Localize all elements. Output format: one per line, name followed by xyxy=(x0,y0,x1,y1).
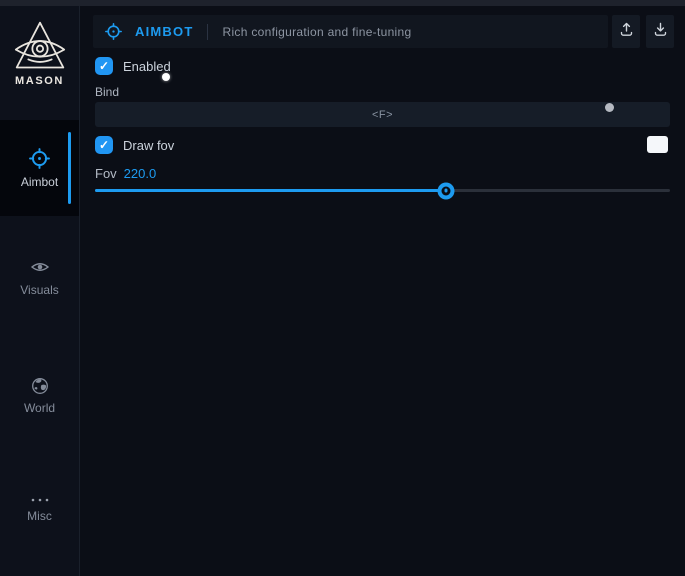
fov-color-swatch[interactable] xyxy=(647,136,668,153)
sidebar-item-world[interactable]: World xyxy=(0,377,79,415)
logo-text: MASON xyxy=(0,75,79,87)
enabled-checkbox[interactable] xyxy=(95,57,113,75)
ellipsis-icon xyxy=(30,497,50,503)
download-config-button[interactable] xyxy=(646,15,674,48)
draw-fov-row: Draw fov xyxy=(95,136,174,154)
sidebar-item-label: Visuals xyxy=(20,283,58,297)
sidebar-item-label: Aimbot xyxy=(21,175,58,189)
enabled-row: Enabled xyxy=(95,57,171,75)
page-subtitle: Rich configuration and fine-tuning xyxy=(222,25,411,39)
draw-fov-checkbox[interactable] xyxy=(95,136,113,154)
cursor-dot xyxy=(162,73,170,81)
globe-icon xyxy=(31,377,49,395)
eye-icon xyxy=(30,257,50,277)
window-top-strip xyxy=(0,0,685,6)
page-header: AIMBOT Rich configuration and fine-tunin… xyxy=(93,15,608,48)
fov-value: 220.0 xyxy=(124,166,157,181)
sidebar-item-label: World xyxy=(24,401,55,415)
sidebar-item-label: Misc xyxy=(27,509,52,523)
slider-thumb-inner xyxy=(441,186,450,195)
fov-value-row: Fov 220.0 xyxy=(95,166,156,181)
download-icon xyxy=(653,22,668,42)
sidebar: MASON Aimbot Visuals xyxy=(0,6,80,576)
upload-config-button[interactable] xyxy=(612,15,640,48)
mason-logo: MASON xyxy=(0,20,79,87)
draw-fov-label: Draw fov xyxy=(123,138,174,153)
fov-slider[interactable] xyxy=(95,182,670,199)
sidebar-item-aimbot[interactable]: Aimbot xyxy=(0,120,79,216)
slider-thumb-dot xyxy=(444,189,448,193)
fov-label: Fov xyxy=(95,166,117,181)
sidebar-item-misc[interactable]: Misc xyxy=(0,497,79,523)
fov-slider-fill xyxy=(95,189,446,192)
header-divider xyxy=(207,24,208,40)
upload-icon xyxy=(619,22,634,42)
bind-key-input[interactable] xyxy=(95,102,670,127)
crosshair-icon xyxy=(29,148,50,169)
eye-pyramid-icon xyxy=(0,20,79,72)
bind-label: Bind xyxy=(95,85,119,99)
fov-slider-thumb[interactable] xyxy=(437,182,454,199)
page-title: AIMBOT xyxy=(135,24,193,39)
enabled-label: Enabled xyxy=(123,59,171,74)
crosshair-icon xyxy=(105,23,122,40)
cursor-dot xyxy=(605,103,614,112)
sidebar-item-visuals[interactable]: Visuals xyxy=(0,257,79,297)
active-tab-indicator xyxy=(68,132,71,204)
